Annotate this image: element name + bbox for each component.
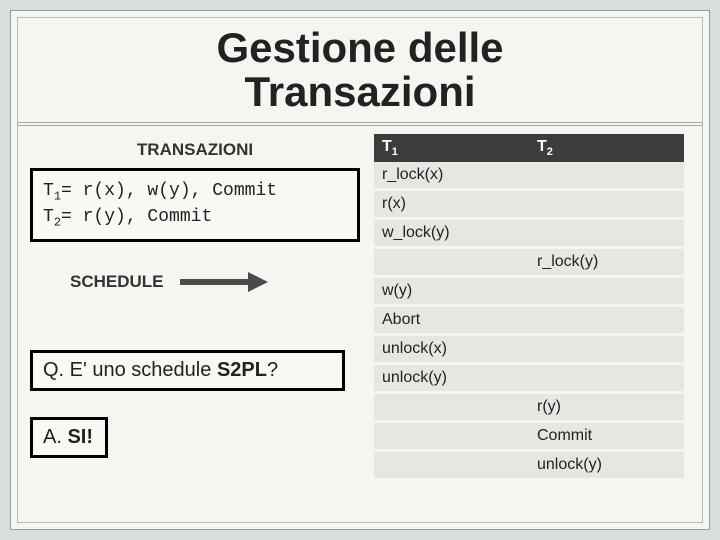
slide-inner-border: Gestione delle Transazioni TRANSAZIONI T… [17,17,703,523]
title-line-1: Gestione delle [216,24,503,71]
table-row: r_lock(y) [374,249,684,275]
col-header-t2-sub: 2 [547,146,553,158]
cell-t2: r(y) [529,394,684,420]
table-row: w_lock(y) [374,220,684,246]
cell-t2: r_lock(y) [529,249,684,275]
schedule-heading-row: SCHEDULE [30,270,360,294]
answer-bold: SI! [67,426,93,448]
slide-title: Gestione delle Transazioni [18,18,702,120]
answer-box: A. SI! [30,417,108,458]
title-line-2: Transazioni [244,68,475,115]
question-prefix: Q. E' uno schedule [43,359,217,381]
cell-t1: unlock(y) [374,365,529,391]
table-header-row: T1 T2 [374,134,684,162]
table-row: Commit [374,423,684,449]
table-row: r(x) [374,191,684,217]
cell-t1 [374,394,529,420]
cell-t2: Commit [529,423,684,449]
cell-t2 [529,191,684,217]
t2-label: T [43,207,54,227]
cell-t2 [529,307,684,333]
col-header-t2-label: T [537,138,547,155]
cell-t2 [529,220,684,246]
t1-definition: T1= r(x), w(y), Commit [43,179,347,205]
right-column: T1 T2 r_lock(x) r(x) w_lock(y) [374,134,684,478]
t1-body: = r(x), w(y), Commit [61,181,277,201]
cell-t1 [374,452,529,478]
col-header-t2: T2 [529,134,684,162]
cell-t1 [374,249,529,275]
t2-subscript: 2 [54,216,61,230]
transactions-box: T1= r(x), w(y), Commit T2= r(y), Commit [30,168,360,242]
table-row: r(y) [374,394,684,420]
schedule-heading: SCHEDULE [70,272,164,292]
schedule-table-body: r_lock(x) r(x) w_lock(y) r_lock(y) w(y) … [374,162,684,478]
t1-subscript: 1 [54,190,61,204]
col-header-t1: T1 [374,134,529,162]
content-area: TRANSAZIONI T1= r(x), w(y), Commit T2= r… [18,126,702,512]
cell-t2: unlock(y) [529,452,684,478]
cell-t2 [529,162,684,188]
col-header-t1-sub: 1 [392,146,398,158]
t2-definition: T2= r(y), Commit [43,205,347,231]
slide: Gestione delle Transazioni TRANSAZIONI T… [10,10,710,530]
cell-t1: r_lock(x) [374,162,529,188]
t1-label: T [43,181,54,201]
answer-prefix: A. [43,426,67,448]
transazioni-heading: TRANSAZIONI [30,140,360,160]
t2-body: = r(y), Commit [61,207,212,227]
table-row: r_lock(x) [374,162,684,188]
table-row: Abort [374,307,684,333]
table-row: unlock(y) [374,365,684,391]
question-box: Q. E' uno schedule S2PL? [30,350,345,391]
table-row: unlock(y) [374,452,684,478]
arrow-right-icon [178,270,268,294]
cell-t1: w_lock(y) [374,220,529,246]
left-column: TRANSAZIONI T1= r(x), w(y), Commit T2= r… [30,134,360,458]
cell-t1 [374,423,529,449]
col-header-t1-label: T [382,138,392,155]
question-suffix: ? [267,359,278,381]
cell-t2 [529,365,684,391]
cell-t1: Abort [374,307,529,333]
question-bold: S2PL [217,359,267,381]
cell-t2 [529,278,684,304]
cell-t1: r(x) [374,191,529,217]
cell-t1: w(y) [374,278,529,304]
cell-t2 [529,336,684,362]
cell-t1: unlock(x) [374,336,529,362]
schedule-table: T1 T2 r_lock(x) r(x) w_lock(y) [374,134,684,478]
table-row: unlock(x) [374,336,684,362]
table-row: w(y) [374,278,684,304]
